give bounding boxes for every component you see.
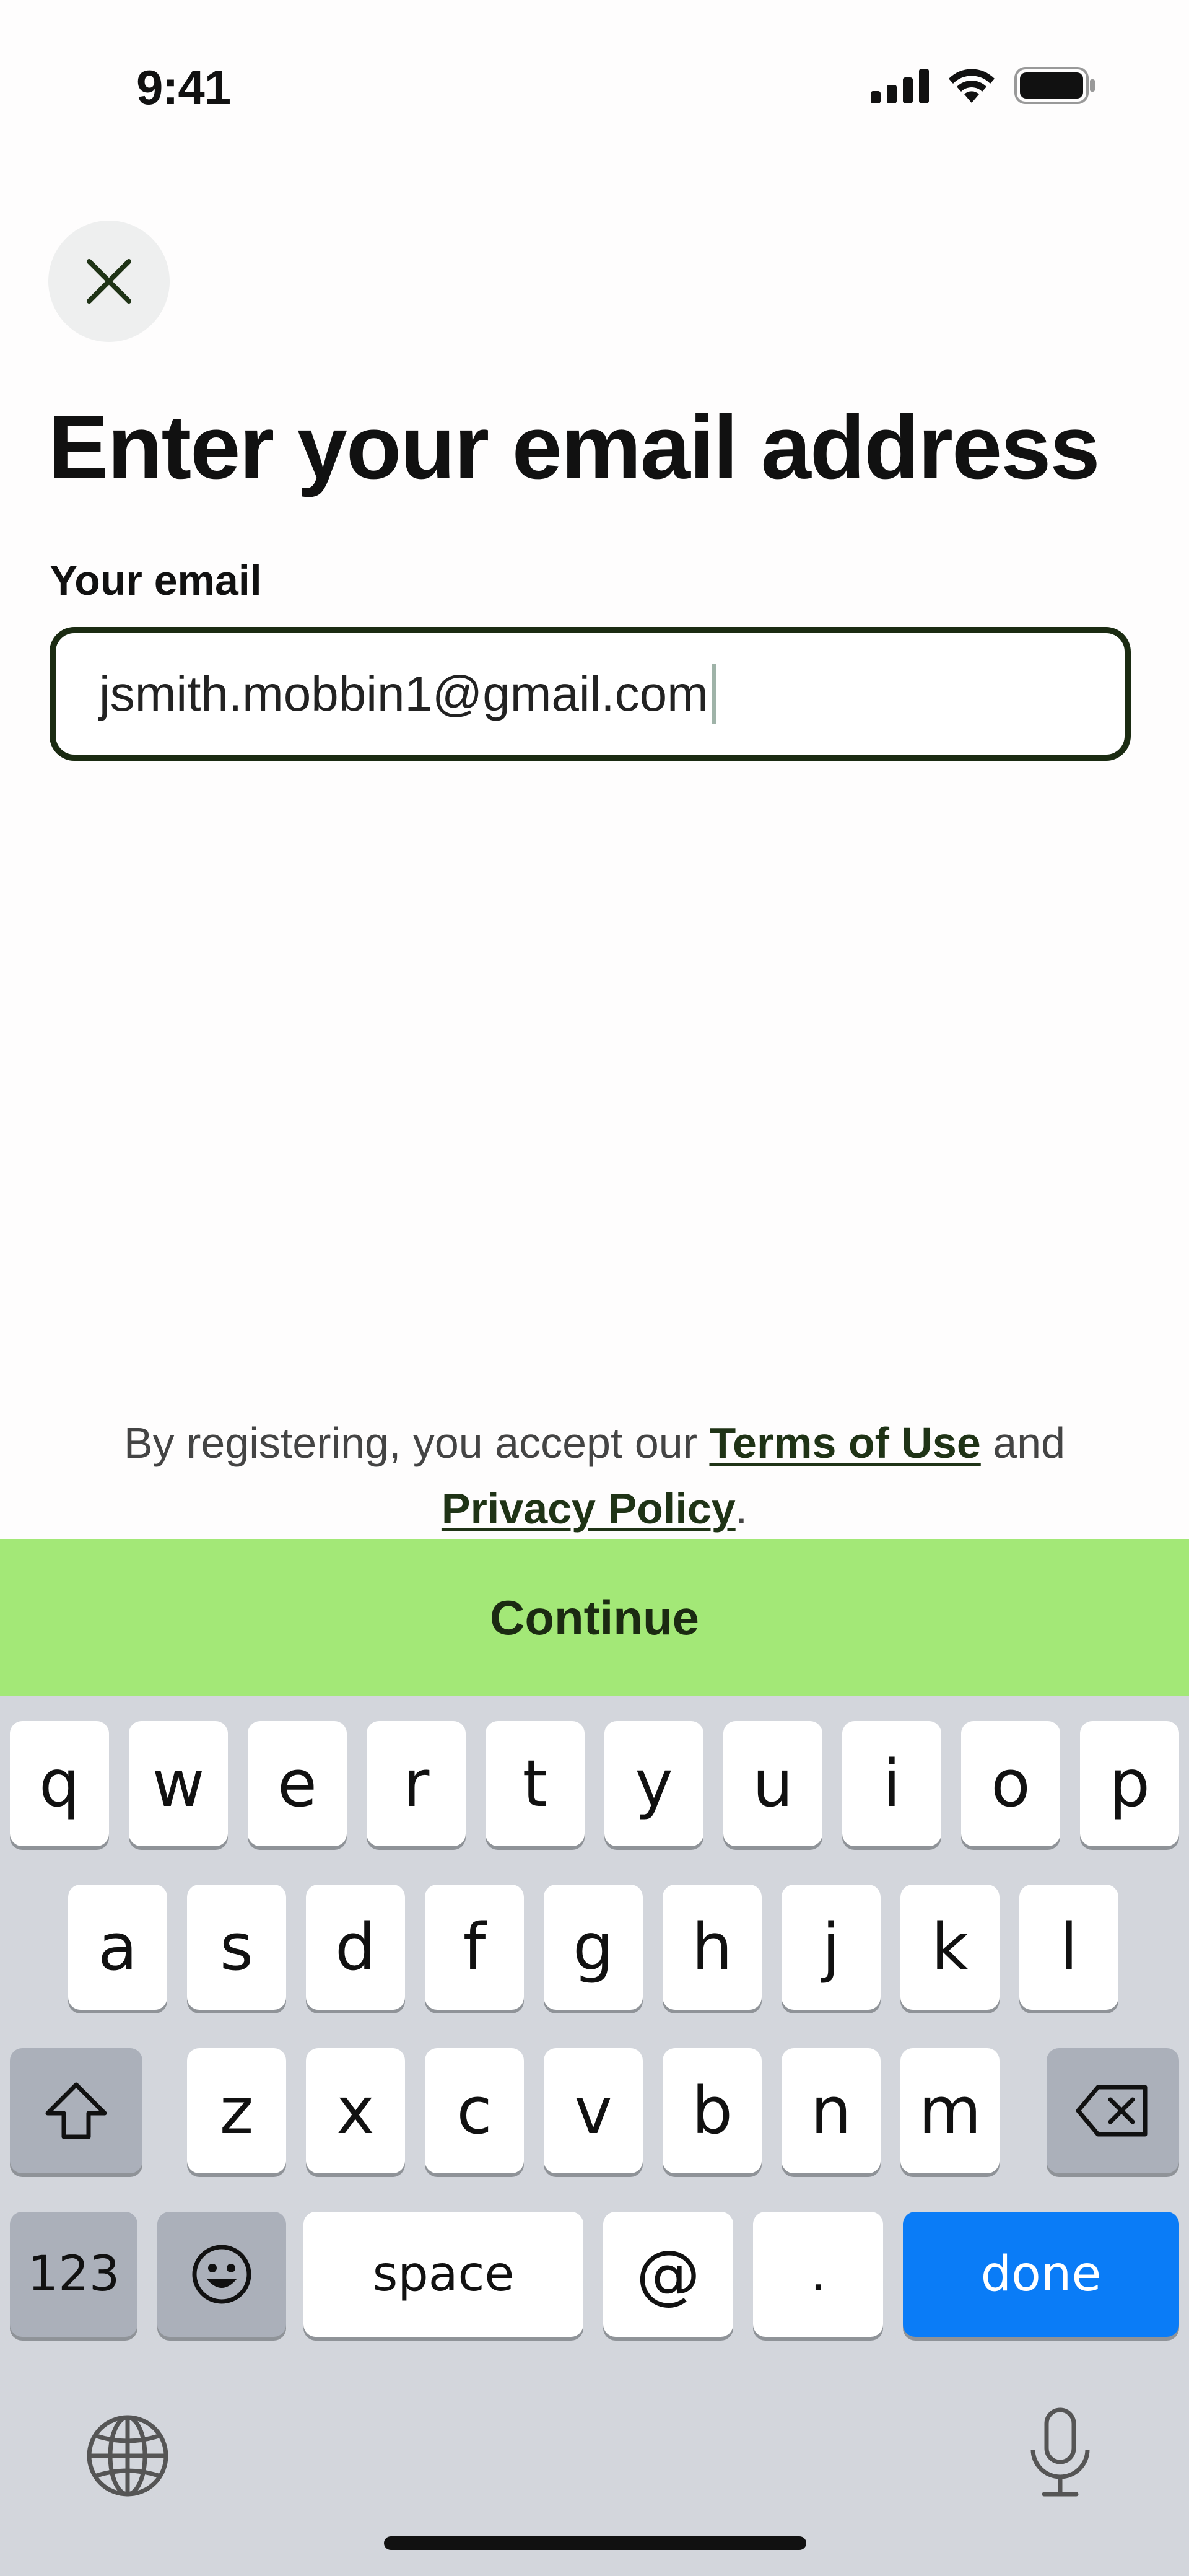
key-x[interactable]: x — [306, 2048, 405, 2173]
key-k[interactable]: k — [900, 1885, 1000, 2010]
key-d[interactable]: d — [306, 1885, 405, 2010]
email-label: Your email — [50, 557, 262, 604]
shift-key[interactable] — [10, 2048, 142, 2173]
shift-icon — [45, 2082, 107, 2139]
backspace-key[interactable] — [1047, 2048, 1179, 2173]
legal-suffix: . — [735, 1484, 748, 1533]
dot-key[interactable]: . — [753, 2212, 883, 2337]
key-f[interactable]: f — [425, 1885, 524, 2010]
backspace-icon — [1076, 2085, 1148, 2137]
key-j[interactable]: j — [782, 1885, 881, 2010]
email-value: jsmith.mobbin1@gmail.com — [99, 666, 708, 721]
close-icon — [87, 259, 131, 304]
key-z[interactable]: z — [187, 2048, 286, 2173]
at-key[interactable]: @ — [603, 2212, 733, 2337]
emoji-key[interactable] — [157, 2212, 286, 2337]
wifi-icon — [949, 69, 995, 103]
done-key[interactable]: done — [903, 2212, 1179, 2337]
key-p[interactable]: p — [1080, 1721, 1179, 1846]
terms-of-use-link[interactable]: Terms of Use — [709, 1419, 980, 1467]
emoji-icon — [192, 2245, 251, 2304]
key-b[interactable]: b — [663, 2048, 762, 2173]
key-s[interactable]: s — [187, 1885, 286, 2010]
page-title: Enter your email address — [48, 396, 1100, 497]
microphone-icon — [1030, 2407, 1090, 2497]
key-m[interactable]: m — [900, 2048, 1000, 2173]
key-o[interactable]: o — [961, 1721, 1060, 1846]
home-indicator — [384, 2536, 806, 2550]
key-g[interactable]: g — [544, 1885, 643, 2010]
legal-middle: and — [980, 1419, 1066, 1467]
status-icons — [871, 67, 1096, 104]
key-u[interactable]: u — [723, 1721, 822, 1846]
key-y[interactable]: y — [604, 1721, 703, 1846]
key-e[interactable]: e — [248, 1721, 347, 1846]
space-key[interactable]: space — [303, 2212, 583, 2337]
legal-text: By registering, you accept our Terms of … — [0, 1410, 1189, 1541]
continue-button[interactable]: Continue — [0, 1539, 1189, 1696]
status-time: 9:41 — [136, 60, 231, 115]
key-w[interactable]: w — [129, 1721, 228, 1846]
key-q[interactable]: q — [10, 1721, 109, 1846]
text-caret — [712, 664, 716, 724]
key-t[interactable]: t — [486, 1721, 585, 1846]
key-h[interactable]: h — [663, 1885, 762, 2010]
key-l[interactable]: l — [1019, 1885, 1118, 2010]
globe-button[interactable] — [84, 2412, 171, 2499]
email-field[interactable]: jsmith.mobbin1@gmail.com — [50, 627, 1131, 761]
key-i[interactable]: i — [842, 1721, 941, 1846]
privacy-policy-link[interactable]: Privacy Policy — [442, 1484, 736, 1533]
key-c[interactable]: c — [425, 2048, 524, 2173]
keyboard: q w e r t y u i o p a s d f g h j k l z … — [0, 1696, 1189, 2576]
key-a[interactable]: a — [68, 1885, 167, 2010]
signal-icon — [871, 69, 929, 103]
dictation-button[interactable] — [1026, 2406, 1095, 2499]
numbers-key[interactable]: 123 — [10, 2212, 137, 2337]
battery-icon — [1014, 67, 1095, 104]
key-r[interactable]: r — [367, 1721, 466, 1846]
key-v[interactable]: v — [544, 2048, 643, 2173]
close-button[interactable] — [48, 221, 170, 342]
legal-prefix: By registering, you accept our — [123, 1419, 710, 1467]
key-n[interactable]: n — [782, 2048, 881, 2173]
globe-icon — [87, 2415, 168, 2497]
